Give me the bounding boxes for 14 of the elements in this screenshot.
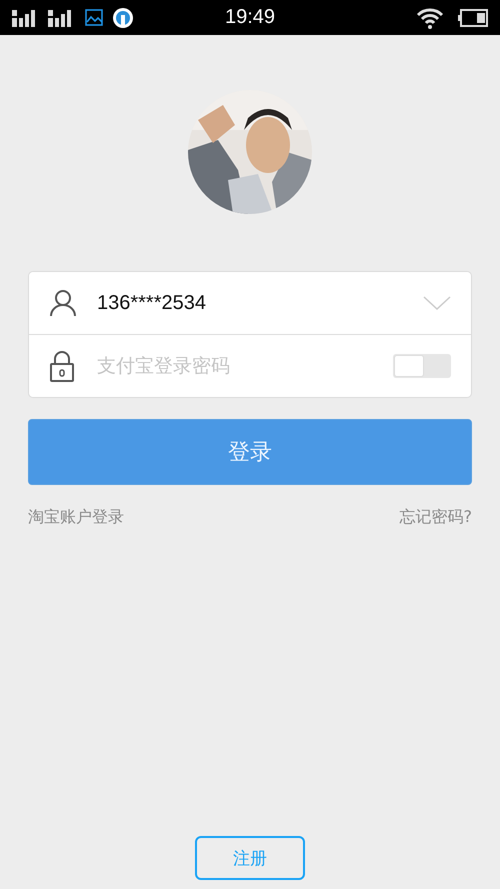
text-link[interactable]: 淘宝账户登录 [28, 507, 124, 528]
clock-time: 19:49 [224, 6, 276, 29]
show-password-toggle[interactable] [393, 354, 451, 378]
person-icon [49, 289, 77, 317]
battery-icon [458, 8, 488, 26]
account-field[interactable]: 136****2534 [97, 292, 206, 314]
wifi-icon [416, 6, 444, 28]
image-icon [84, 8, 104, 28]
app-icon [112, 6, 134, 28]
chevron-down-icon[interactable] [423, 296, 451, 310]
lock-icon [49, 350, 75, 382]
register-button[interactable]: 注册 [195, 836, 305, 880]
text-link[interactable]: 忘记密码? [400, 507, 472, 528]
password-field[interactable]: 支付宝登录密码 [95, 354, 393, 378]
